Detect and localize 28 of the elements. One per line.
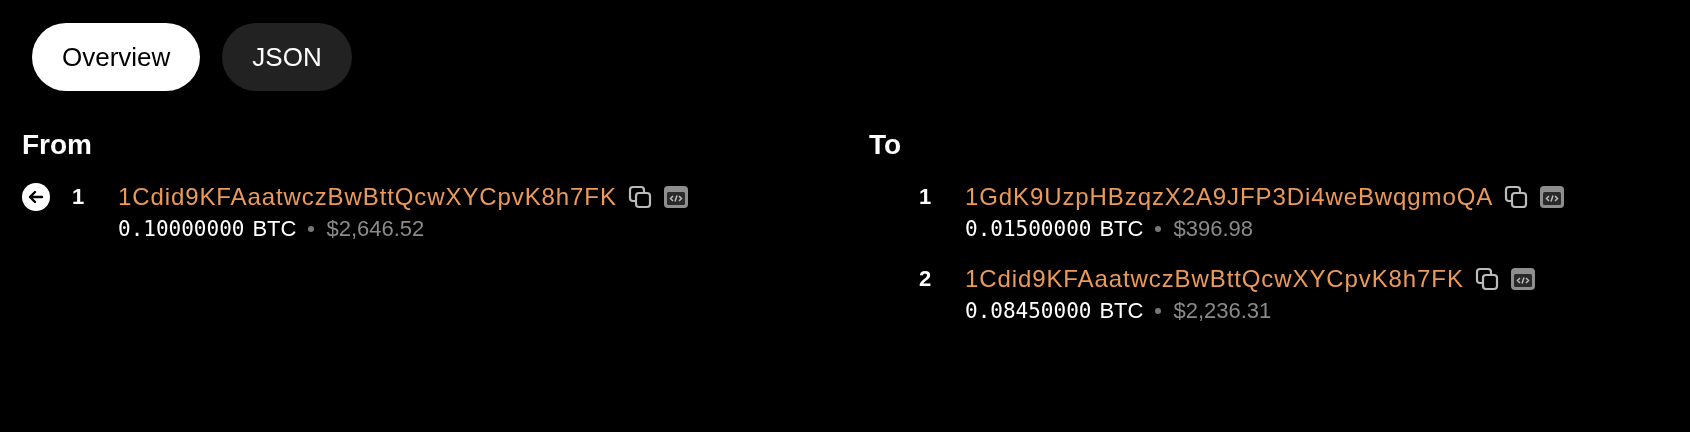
tab[interactable]: Overview <box>32 23 201 91</box>
section-title: From <box>22 129 92 161</box>
copy-icon[interactable] <box>626 184 653 210</box>
unit: BTC <box>1099 297 1144 325</box>
amount: 0.08450000 <box>965 298 1092 325</box>
code-icon[interactable] <box>1509 266 1536 292</box>
address-link[interactable]: 1GdK9UzpHBzqzX2A9JFP3Di4weBwqgmoQA <box>965 181 1494 213</box>
fiat-value: $396.98 <box>1173 215 1253 243</box>
tab[interactable]: JSON <box>222 23 352 91</box>
unit: BTC <box>252 215 297 243</box>
fiat-value: $2,236.31 <box>1173 297 1272 325</box>
item-index: 1 <box>919 183 933 211</box>
code-icon[interactable] <box>1539 184 1566 210</box>
fiat-value: $2,646.52 <box>326 215 425 243</box>
code-icon[interactable] <box>662 184 689 210</box>
separator-dot <box>308 226 315 232</box>
unit: BTC <box>1099 215 1144 243</box>
section-title: To <box>869 129 902 161</box>
separator-dot <box>1155 226 1162 232</box>
item-index: 1 <box>72 183 86 211</box>
address-link[interactable]: 1Cdid9KFAaatwczBwBttQcwXYCpvK8h7FK <box>965 263 1464 295</box>
separator-dot <box>1155 308 1162 314</box>
amount: 0.01500000 <box>965 216 1092 243</box>
amount: 0.10000000 <box>118 216 245 243</box>
copy-icon[interactable] <box>1473 266 1500 292</box>
address-link[interactable]: 1Cdid9KFAaatwczBwBttQcwXYCpvK8h7FK <box>118 181 617 213</box>
copy-icon[interactable] <box>1503 184 1530 210</box>
item-index: 2 <box>919 265 933 293</box>
